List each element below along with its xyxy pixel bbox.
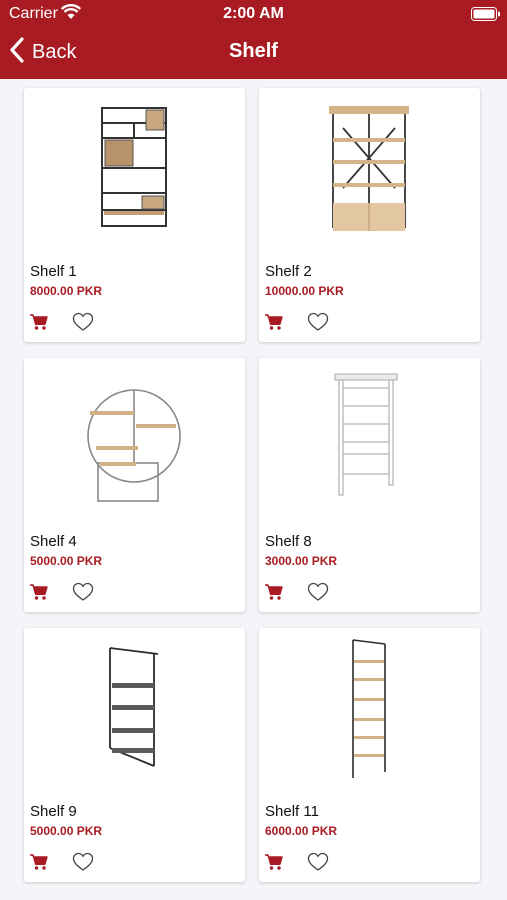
cart-icon[interactable] (264, 583, 284, 606)
battery-icon (471, 7, 501, 26)
heart-icon[interactable] (307, 312, 329, 337)
cart-icon[interactable] (29, 313, 49, 336)
product-image[interactable] (259, 628, 480, 798)
cart-icon[interactable] (264, 313, 284, 336)
product-image[interactable] (259, 88, 480, 258)
product-card[interactable]: Shelf 8 3000.00 PKR (259, 358, 480, 612)
cart-icon[interactable] (29, 583, 49, 606)
product-name: Shelf 8 (265, 533, 312, 550)
heart-icon[interactable] (72, 312, 94, 337)
header: Carrier 2:00 AM Back Shelf (0, 0, 507, 79)
product-price: 10000.00 PKR (265, 284, 344, 298)
product-image[interactable] (24, 628, 245, 798)
product-name: Shelf 4 (30, 533, 77, 550)
heart-icon[interactable] (307, 582, 329, 607)
page-title: Shelf (229, 40, 278, 62)
product-image[interactable] (24, 88, 245, 258)
heart-icon[interactable] (72, 852, 94, 877)
heart-icon[interactable] (307, 852, 329, 877)
product-name: Shelf 11 (265, 803, 319, 820)
product-price: 5000.00 PKR (30, 824, 103, 838)
cart-icon[interactable] (264, 853, 284, 876)
product-price: 5000.00 PKR (30, 554, 103, 568)
product-card[interactable]: Shelf 9 5000.00 PKR (24, 628, 245, 882)
product-card[interactable]: Shelf 2 10000.00 PKR (259, 88, 480, 342)
product-grid: Shelf 1 8000.00 PKR Shelf 2 10000.00 PKR… (0, 79, 507, 900)
product-name: Shelf 2 (265, 263, 312, 280)
product-name: Shelf 1 (30, 263, 77, 280)
cart-icon[interactable] (29, 853, 49, 876)
product-image[interactable] (24, 358, 245, 528)
status-time: 2:00 AM (223, 5, 284, 22)
product-price: 3000.00 PKR (265, 554, 338, 568)
status-bar: Carrier 2:00 AM (0, 0, 507, 28)
product-card[interactable]: Shelf 11 6000.00 PKR (259, 628, 480, 882)
product-card[interactable]: Shelf 1 8000.00 PKR (24, 88, 245, 342)
product-name: Shelf 9 (30, 803, 77, 820)
heart-icon[interactable] (72, 582, 94, 607)
product-image[interactable] (259, 358, 480, 528)
navigation-bar: Back Shelf (0, 28, 507, 79)
product-card[interactable]: Shelf 4 5000.00 PKR (24, 358, 245, 612)
product-price: 8000.00 PKR (30, 284, 103, 298)
product-price: 6000.00 PKR (265, 824, 338, 838)
